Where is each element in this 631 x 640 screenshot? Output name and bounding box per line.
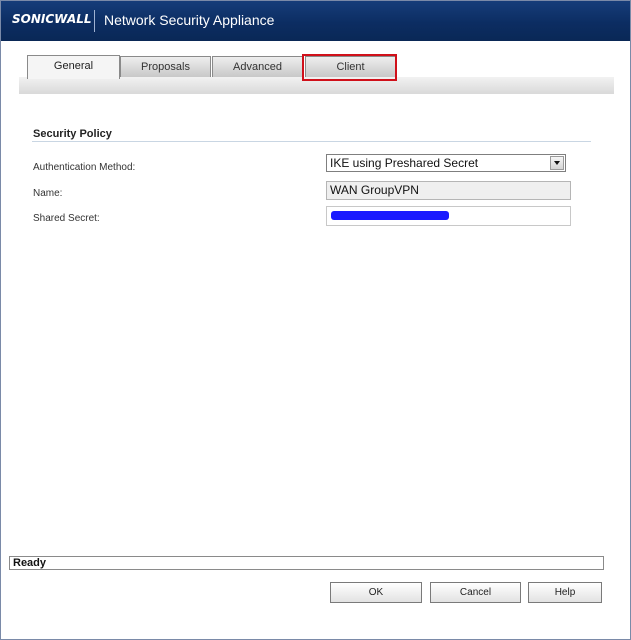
tab-advanced[interactable]: Advanced: [212, 56, 303, 77]
auth-method-select[interactable]: IKE using Preshared Secret: [326, 154, 566, 172]
section-title: Security Policy: [33, 128, 112, 140]
name-field: WAN GroupVPN: [326, 181, 571, 200]
redaction-mark: [331, 211, 449, 220]
chevron-down-icon[interactable]: [550, 156, 564, 170]
name-label: Name:: [33, 188, 63, 199]
auth-method-label: Authentication Method:: [33, 162, 136, 173]
ok-button[interactable]: OK: [330, 582, 422, 603]
shared-secret-input[interactable]: [326, 206, 571, 226]
app-title: Network Security Appliance: [104, 12, 275, 28]
header-divider: [94, 10, 95, 32]
name-value: WAN GroupVPN: [330, 183, 419, 197]
status-bar: Ready: [9, 556, 604, 570]
shared-secret-label: Shared Secret:: [33, 213, 100, 224]
auth-method-value: IKE using Preshared Secret: [330, 156, 479, 170]
dialog-window: SONICWALL Network Security Appliance Gen…: [0, 0, 631, 640]
tab-client[interactable]: Client: [305, 56, 396, 77]
sonicwall-logo: SONICWALL: [12, 12, 92, 26]
cancel-button[interactable]: Cancel: [430, 582, 521, 603]
app-header: SONICWALL Network Security Appliance: [1, 1, 630, 41]
tab-proposals[interactable]: Proposals: [120, 56, 211, 77]
status-text: Ready: [13, 557, 47, 569]
tab-general[interactable]: General: [27, 55, 120, 79]
help-button[interactable]: Help: [528, 582, 602, 603]
section-divider: [32, 141, 591, 142]
tab-bar-background: [19, 77, 614, 94]
